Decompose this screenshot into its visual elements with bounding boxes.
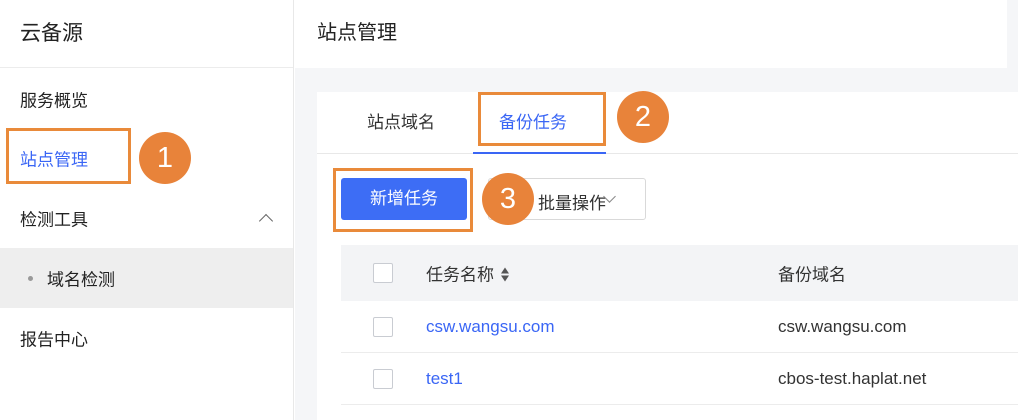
- bullet-icon: [28, 276, 33, 281]
- highlight-box-site-management: [6, 128, 131, 184]
- row-checkbox[interactable]: [373, 316, 393, 337]
- select-all-checkbox[interactable]: [373, 263, 393, 283]
- sort-icon[interactable]: [500, 266, 510, 282]
- bulk-actions-label: 批量操作: [538, 194, 606, 213]
- highlight-box-add-task: [333, 168, 473, 232]
- sidebar-item-label: 报告中心: [20, 330, 88, 350]
- content-card: 站点域名 备份任务 新增任务 批量操作 任务名称 备份域名 csw.wangsu…: [317, 92, 1018, 420]
- column-header-task-name[interactable]: 任务名称: [426, 261, 510, 286]
- step-badge-3: 3: [482, 173, 534, 225]
- highlight-box-backup-task: [478, 92, 606, 146]
- column-header-backup-domain: 备份域名: [778, 265, 846, 285]
- table-row: test1 cbos-test.haplat.net: [341, 353, 1018, 405]
- table-header: 任务名称 备份域名: [341, 245, 1018, 301]
- sidebar: 云备源 服务概览 站点管理 检测工具 域名检测 报告中心: [0, 0, 294, 420]
- step-badge-1: 1: [139, 132, 191, 184]
- brand-title: 云备源: [0, 0, 293, 68]
- sidebar-item-domain-detection[interactable]: 域名检测: [0, 248, 293, 308]
- tab-site-domain[interactable]: 站点域名: [367, 92, 435, 154]
- table-row: csw.wangsu.com csw.wangsu.com: [341, 301, 1018, 353]
- page-title: 站点管理: [317, 22, 397, 44]
- sidebar-item-overview[interactable]: 服务概览: [0, 69, 293, 129]
- task-name-link[interactable]: test1: [426, 369, 463, 389]
- task-table: 任务名称 备份域名 csw.wangsu.com csw.wangsu.com …: [341, 245, 1018, 405]
- sidebar-item-label: 服务概览: [20, 91, 88, 111]
- sidebar-item-report-center[interactable]: 报告中心: [0, 308, 293, 368]
- sidebar-item-label: 域名检测: [47, 270, 115, 290]
- row-checkbox[interactable]: [373, 368, 393, 389]
- sidebar-item-label: 检测工具: [20, 210, 88, 230]
- step-badge-2: 2: [617, 91, 669, 143]
- sidebar-item-detection-tools[interactable]: 检测工具: [0, 188, 293, 248]
- backup-domain-cell: csw.wangsu.com: [778, 316, 907, 336]
- backup-domain-cell: cbos-test.haplat.net: [778, 368, 927, 388]
- task-name-link[interactable]: csw.wangsu.com: [426, 317, 555, 337]
- active-tab-indicator: [473, 152, 606, 154]
- page-header: 站点管理: [295, 0, 1007, 68]
- chevron-up-icon: [258, 213, 274, 229]
- column-header-label: 任务名称: [426, 265, 494, 285]
